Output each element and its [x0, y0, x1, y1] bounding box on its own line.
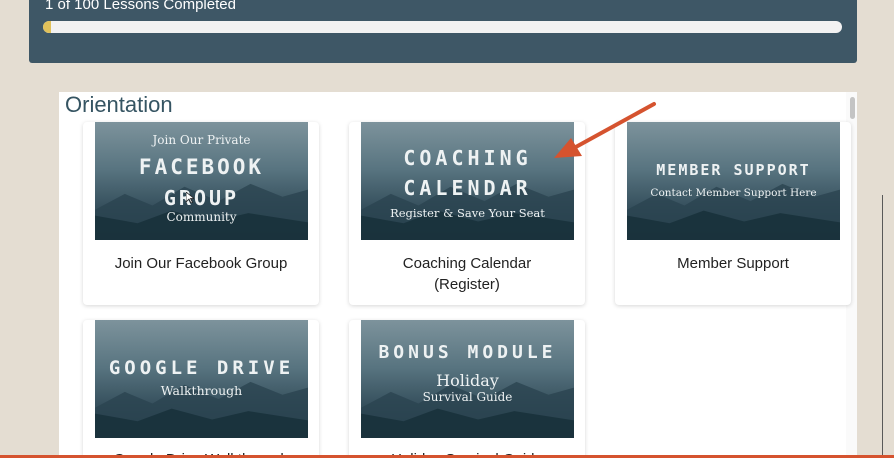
- thumbnail-text: Contact Member Support Here: [650, 187, 817, 199]
- lesson-card-title[interactable]: Join Our Facebook Group: [83, 254, 319, 274]
- thumbnail-text: GOOGLE DRIVE: [108, 357, 295, 379]
- lesson-card-title-line1[interactable]: Coaching Calendar: [349, 254, 585, 274]
- arrow-icon: [554, 102, 656, 158]
- progress-label: 1 of 100 Lessons Completed: [45, 0, 236, 13]
- lesson-card-google-drive[interactable]: GOOGLE DRIVE Walkthrough Google Drive Wa…: [83, 320, 319, 458]
- thumbnail-text: GROUP: [163, 186, 240, 210]
- section-title: Orientation: [65, 92, 173, 117]
- cursor-icon: [186, 192, 194, 203]
- lesson-card-facebook-group[interactable]: Join Our Private FACEBOOK GROUP Communit…: [83, 122, 319, 305]
- lesson-card-title[interactable]: Member Support: [615, 254, 851, 274]
- thumbnail-text: Join Our Private: [152, 133, 251, 147]
- lesson-thumbnail[interactable]: BONUS MODULE Holiday Survival Guide: [361, 320, 574, 438]
- lesson-thumbnail[interactable]: GOOGLE DRIVE Walkthrough: [95, 320, 308, 438]
- thumbnail-text: CALENDAR: [403, 176, 532, 200]
- thumbnail-text: Register & Save Your Seat: [390, 206, 545, 220]
- lesson-card-holiday-guide[interactable]: BONUS MODULE Holiday Survival Guide Holi…: [349, 320, 585, 458]
- lesson-thumbnail[interactable]: Join Our Private FACEBOOK GROUP Communit…: [95, 122, 308, 240]
- thumbnail-text: BONUS MODULE: [378, 342, 557, 363]
- thumbnail-text: Survival Guide: [422, 390, 513, 404]
- lessons-panel: Orientation Join Our Private FACEBOOK GR…: [59, 92, 857, 458]
- window-divider: [882, 195, 883, 458]
- progress-panel: 1 of 100 Lessons Completed: [29, 0, 857, 63]
- thumbnail-text: FACEBOOK: [138, 155, 265, 179]
- thumbnail-text: Holiday: [436, 371, 499, 390]
- progress-bar: [43, 21, 842, 33]
- lesson-card-title-line2[interactable]: (Register): [349, 275, 585, 295]
- thumbnail-text: Walkthrough: [160, 383, 243, 398]
- progress-bar-fill: [43, 21, 51, 33]
- thumbnail-text: Community: [166, 210, 237, 224]
- scrollbar-thumb[interactable]: [850, 97, 855, 119]
